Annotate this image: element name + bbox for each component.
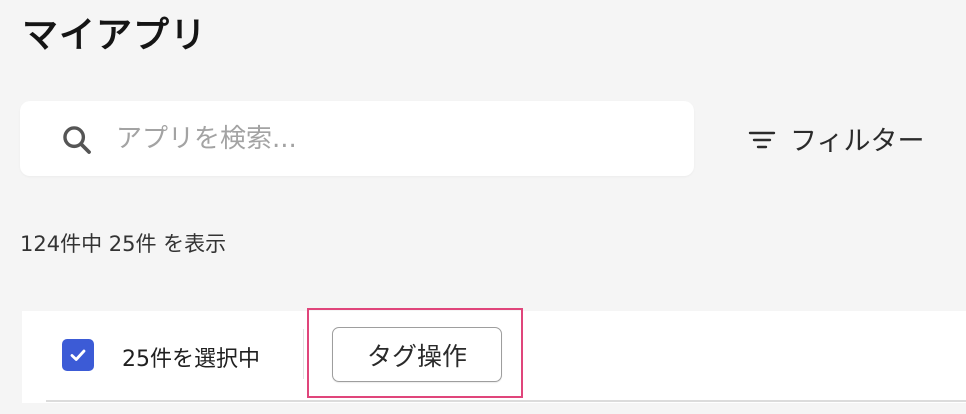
- search-input[interactable]: [116, 117, 676, 161]
- selected-count-label: 25件を選択中: [122, 347, 260, 372]
- checkmark-icon: [70, 349, 86, 361]
- page-title: マイアプリ: [22, 15, 208, 56]
- filter-label: フィルター: [790, 125, 925, 157]
- select-all-checkbox[interactable]: [62, 339, 94, 371]
- search-icon: [63, 126, 91, 154]
- divider: [46, 400, 966, 402]
- divider: [303, 329, 304, 379]
- result-count: 124件中 25件 を表示: [20, 232, 227, 256]
- tag-action-button[interactable]: タグ操作: [332, 327, 502, 382]
- filter-icon: [748, 131, 776, 149]
- filter-button[interactable]: フィルター: [748, 118, 924, 158]
- search-box[interactable]: [20, 101, 694, 176]
